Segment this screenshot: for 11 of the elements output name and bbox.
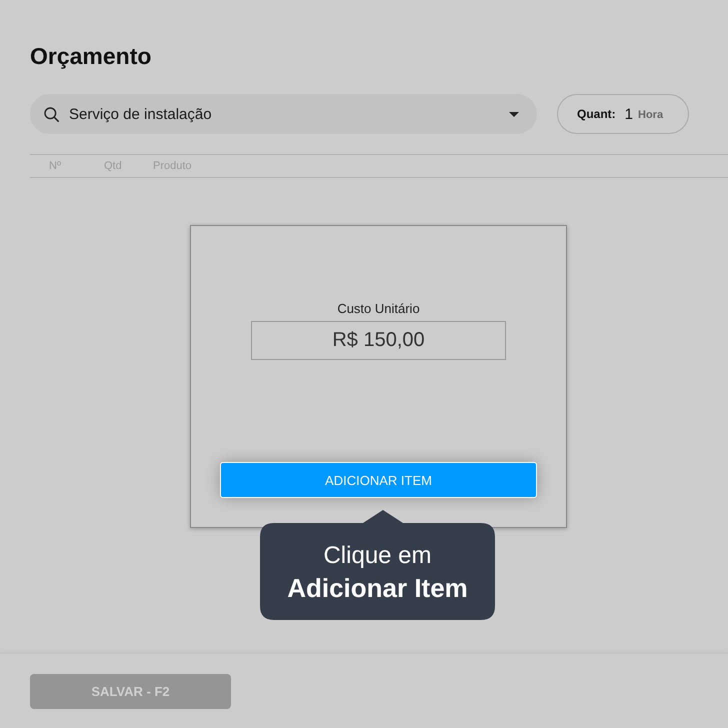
product-select[interactable]: Serviço de instalação — [30, 94, 537, 134]
quantity-value: 1 — [624, 106, 634, 122]
page-title: Orçamento — [30, 42, 152, 71]
quantity-label: Quant: — [577, 107, 616, 121]
quantity-field[interactable]: Quant: 1 Hora — [557, 94, 689, 134]
search-icon — [44, 106, 59, 122]
field-label: Custo Unitário — [337, 300, 420, 318]
unit-label: Hora — [638, 109, 664, 121]
tooltip: Clique em Adicionar Item — [260, 510, 495, 620]
caret-icon — [509, 112, 519, 116]
unit-cost-field[interactable]: R$ 150,00 — [251, 321, 506, 360]
